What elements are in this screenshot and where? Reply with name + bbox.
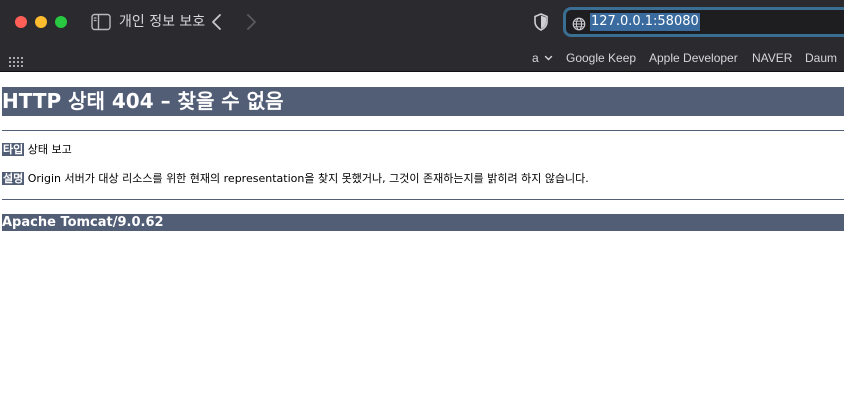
- type-label: 타입: [2, 143, 25, 156]
- type-row: 타입 상태 보고: [2, 143, 72, 157]
- description-row: 설명 Origin 서버가 대상 리소스를 위한 현재의 representat…: [2, 172, 589, 186]
- bookmark-daum[interactable]: Daum: [805, 50, 837, 66]
- maximize-window-button[interactable]: [55, 16, 67, 28]
- server-footer: Apache Tomcat/9.0.62: [2, 214, 844, 231]
- chevron-down-icon: [544, 55, 553, 61]
- page-title: HTTP 상태 404 – 찾을 수 없음: [2, 87, 844, 116]
- minimize-window-button[interactable]: [35, 16, 47, 28]
- url-text[interactable]: 127.0.0.1:58080: [590, 13, 700, 31]
- back-arrow-icon[interactable]: [206, 10, 228, 34]
- type-value: 상태 보고: [27, 143, 72, 156]
- description-label: 설명: [2, 172, 25, 185]
- bookmark-folder-a[interactable]: a: [532, 50, 553, 66]
- grid-icon[interactable]: [9, 52, 23, 67]
- title-bar: 개인 정보 보호 127.0.0.1:58080: [0, 0, 844, 44]
- forward-arrow-icon[interactable]: [240, 10, 262, 34]
- bookmarks-bar: a Google Keep Apple Developer NAVER Daum: [0, 45, 844, 71]
- divider: [2, 199, 844, 200]
- bookmark-naver[interactable]: NAVER: [752, 50, 792, 66]
- bookmark-folder-label: a: [532, 51, 539, 65]
- bookmark-apple-developer[interactable]: Apple Developer: [649, 50, 738, 66]
- private-browsing-label: 개인 정보 보호: [119, 14, 206, 30]
- close-window-button[interactable]: [15, 16, 27, 28]
- browser-chrome: 개인 정보 보호 127.0.0.1:58080 a Google Keep A…: [0, 0, 844, 72]
- divider: [2, 130, 844, 131]
- privacy-shield-icon[interactable]: [531, 12, 551, 32]
- bookmark-google-keep[interactable]: Google Keep: [566, 50, 636, 66]
- description-value: Origin 서버가 대상 리소스를 위한 현재의 representation…: [27, 172, 589, 185]
- globe-icon: [572, 16, 586, 31]
- sidebar-toggle-icon[interactable]: [91, 13, 111, 31]
- address-bar[interactable]: 127.0.0.1:58080: [563, 7, 844, 37]
